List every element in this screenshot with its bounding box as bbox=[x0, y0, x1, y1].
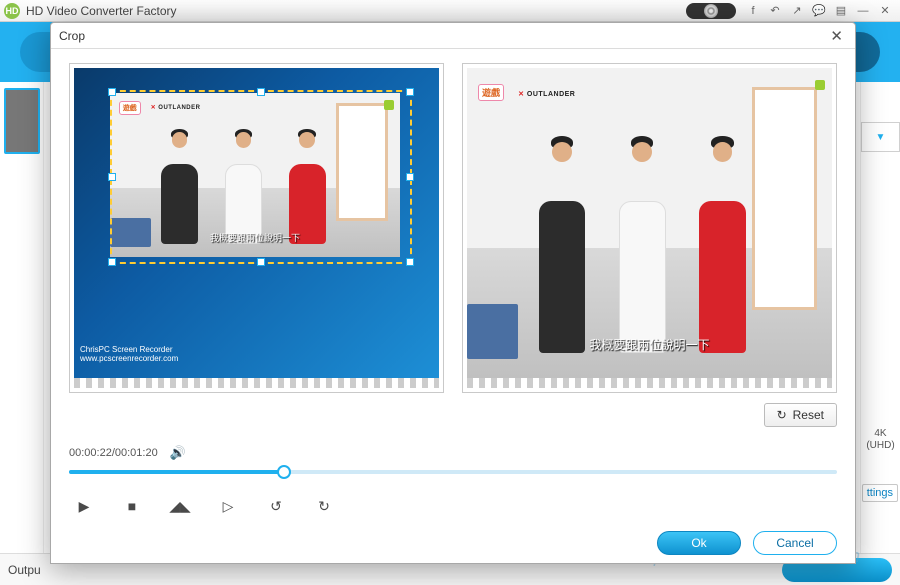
stop-button[interactable]: ■ bbox=[121, 495, 143, 517]
channel-bug-icon bbox=[815, 80, 825, 90]
app-title: HD Video Converter Factory bbox=[26, 4, 686, 18]
main-titlebar: HD HD Video Converter Factory f ↶ ↗ 💬 ▤ … bbox=[0, 0, 900, 22]
play-controls: ▶ ■ ◢◣ ▷ ↺ ↻ bbox=[69, 495, 837, 517]
crop-dialog-titlebar: Crop ✕ bbox=[51, 23, 855, 49]
timeline: 00:00:22/00:01:20 🔊 bbox=[69, 445, 837, 479]
undo-icon[interactable]: ↶ bbox=[764, 2, 786, 20]
film-strip-icon bbox=[74, 378, 439, 388]
preview-row: 遊戲 OUTLANDER 我概要跟兩位說明一下 bbox=[69, 63, 837, 393]
note-icon[interactable]: ▤ bbox=[830, 2, 852, 20]
progress-handle[interactable] bbox=[277, 465, 291, 479]
format-label: 4K (UHD) bbox=[861, 428, 900, 452]
sponsor-text: OUTLANDER bbox=[518, 90, 575, 98]
film-strip-icon bbox=[467, 378, 832, 388]
main-window: HD HD Video Converter Factory f ↶ ↗ 💬 ▤ … bbox=[0, 0, 900, 585]
crop-dialog-title: Crop bbox=[59, 29, 826, 43]
source-pane: 遊戲 OUTLANDER 我概要跟兩位說明一下 bbox=[69, 63, 444, 393]
flip-horizontal-button[interactable]: ◢◣ bbox=[169, 495, 191, 517]
cancel-button[interactable]: Cancel bbox=[753, 531, 837, 555]
subtitle-text: 我概要跟兩位說明一下 bbox=[467, 336, 832, 353]
output-label: Outpu bbox=[8, 563, 41, 577]
thumbnail-item[interactable] bbox=[4, 88, 40, 154]
timecode: 00:00:22/00:01:20 bbox=[69, 447, 158, 459]
result-pane: 遊戲 OUTLANDER 我概要跟兩位說明一下 bbox=[462, 63, 837, 393]
sponsor-text: OUTLANDER bbox=[151, 104, 201, 111]
rotate-cw-button[interactable]: ↻ bbox=[313, 495, 335, 517]
play-button[interactable]: ▶ bbox=[73, 495, 95, 517]
format-dropdown[interactable]: ▼ bbox=[861, 122, 900, 152]
right-panel: ▼ 4K (UHD) ttings bbox=[860, 82, 900, 562]
crop-dialog-footer: Ok Cancel bbox=[51, 523, 855, 563]
result-video: 遊戲 OUTLANDER 我概要跟兩位說明一下 bbox=[467, 68, 832, 378]
source-video[interactable]: 遊戲 OUTLANDER 我概要跟兩位說明一下 bbox=[74, 68, 439, 378]
brand-badge: 遊戲 bbox=[478, 84, 504, 101]
ok-button[interactable]: Ok bbox=[657, 531, 741, 555]
facebook-icon[interactable]: f bbox=[742, 2, 764, 20]
disc-icon[interactable] bbox=[686, 3, 736, 19]
close-button[interactable]: ✕ bbox=[874, 2, 896, 20]
minimize-button[interactable]: — bbox=[852, 2, 874, 20]
reset-icon: ↻ bbox=[777, 408, 787, 422]
speaker-icon[interactable]: 🔊 bbox=[170, 445, 186, 461]
app-logo-icon: HD bbox=[4, 3, 20, 19]
progress-bar[interactable] bbox=[69, 465, 837, 479]
crop-dialog-body: 遊戲 OUTLANDER 我概要跟兩位說明一下 bbox=[51, 49, 855, 523]
subtitle-text: 我概要跟兩位說明一下 bbox=[110, 231, 400, 244]
comment-icon[interactable]: 💬 bbox=[808, 2, 830, 20]
flip-vertical-button[interactable]: ▷ bbox=[217, 495, 239, 517]
settings-button[interactable]: ttings bbox=[862, 484, 898, 502]
thumbnail-strip bbox=[0, 82, 44, 562]
crop-dialog: Crop ✕ 遊戲 OUTLANDER bbox=[50, 22, 856, 564]
reset-button[interactable]: ↻ Reset bbox=[764, 403, 837, 427]
brand-badge: 遊戲 bbox=[119, 101, 141, 115]
crop-close-button[interactable]: ✕ bbox=[826, 27, 847, 45]
recorder-watermark: ChrisPC Screen Recorder www.pcscreenreco… bbox=[80, 346, 178, 364]
rotate-ccw-button[interactable]: ↺ bbox=[265, 495, 287, 517]
channel-bug-icon bbox=[384, 100, 394, 110]
redo-icon[interactable]: ↗ bbox=[786, 2, 808, 20]
